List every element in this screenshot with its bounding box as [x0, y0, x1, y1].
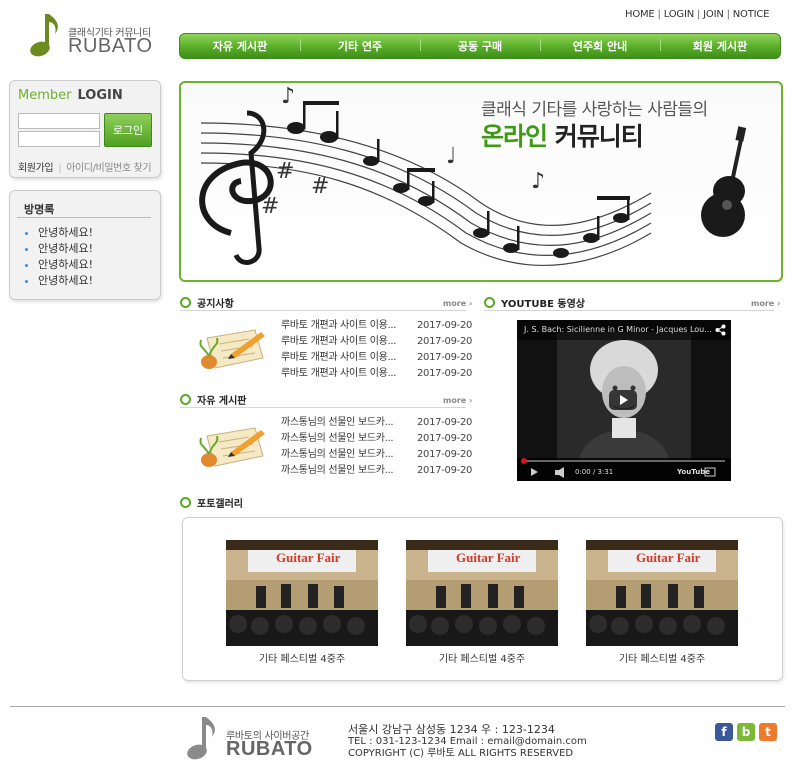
notice-row[interactable]: 루바토 개편과 사이트 이용... 2017-09-20 — [281, 366, 472, 382]
free-board-divider — [180, 407, 466, 408]
photo-sign-text: Guitar Fair — [456, 550, 521, 565]
free-board-row[interactable]: 까스통님의 선물인 보드카... 2017-09-20 — [281, 431, 472, 447]
gallery-photo[interactable]: Guitar Fair — [226, 540, 378, 646]
guestbook-item[interactable]: 안녕하세요! — [22, 241, 93, 257]
guestbook-item[interactable]: 안녕하세요! — [22, 225, 93, 241]
notepad-pencil-icon — [199, 427, 265, 467]
footer-divider — [10, 706, 785, 707]
nav-member-board[interactable]: 회원 게시판 — [660, 38, 780, 54]
photo-sign-text: Guitar Fair — [636, 550, 701, 565]
top-link-notice[interactable]: NOTICE — [733, 9, 770, 20]
guestbook-list: 안녕하세요! 안녕하세요! 안녕하세요! 안녕하세요! — [22, 225, 93, 289]
youtube-logo[interactable]: YouTube — [677, 468, 710, 476]
footer-logo-note-icon — [187, 717, 215, 760]
banner-title: 온라인 커뮤니티 — [481, 122, 644, 151]
blog-icon[interactable]: b — [737, 723, 755, 741]
footer-copyright: COPYRIGHT (C) 루바토 ALL RIGHTS RESERVED — [348, 748, 574, 759]
main-nav: 자유 게시판 기타 연주 공동 구매 연주회 안내 회원 게시판 — [179, 33, 781, 59]
guestbook-item[interactable]: 안녕하세요! — [22, 257, 93, 273]
free-board-row[interactable]: 까스통님의 선물인 보드카... 2017-09-20 — [281, 415, 472, 431]
nav-concert-info[interactable]: 연주회 안내 — [540, 38, 660, 54]
youtube-video-player[interactable]: J. S. Bach: Sicilienne in G Minor - Jacq… — [517, 320, 731, 481]
find-account-link[interactable]: 아이디/비밀번호 찾기 — [66, 163, 151, 174]
footer-info: 서울시 강남구 삼성동 1234 우 : 123-1234 TEL : 031-… — [348, 724, 587, 760]
section-bullet-icon — [180, 394, 191, 405]
guestbook-divider — [17, 217, 151, 218]
login-title: Member LOGIN — [18, 88, 123, 103]
nav-free-board[interactable]: 자유 게시판 — [180, 38, 300, 54]
share-icon[interactable] — [715, 324, 726, 336]
login-button[interactable]: 로그인 — [104, 113, 152, 147]
svg-text:#: # — [311, 174, 329, 199]
facebook-icon[interactable]: f — [715, 723, 733, 741]
top-link-join[interactable]: JOIN — [703, 9, 724, 20]
gallery-caption[interactable]: 기타 페스티벌 4중주 — [226, 650, 378, 665]
footer-address: 서울시 강남구 삼성동 1234 우 : 123-1234 — [348, 723, 555, 736]
free-board-row[interactable]: 까스통님의 선물인 보드카... 2017-09-20 — [281, 447, 472, 463]
svg-text:♪: ♪ — [531, 169, 545, 194]
svg-text:♩: ♩ — [446, 144, 456, 169]
free-board-list: 까스통님의 선물인 보드카... 2017-09-20 까스통님의 선물인 보드카… — [281, 415, 472, 479]
section-bullet-icon — [484, 297, 495, 308]
youtube-more-link[interactable]: more › — [751, 299, 780, 308]
youtube-divider — [484, 310, 774, 311]
nav-guitar-play[interactable]: 기타 연주 — [300, 38, 420, 54]
photo-sign-text: Guitar Fair — [276, 550, 341, 565]
notice-section-title: 공지사항 — [180, 295, 234, 310]
notepad-pencil-icon — [199, 329, 265, 369]
gallery-section-title: 포토갤러리 — [180, 495, 243, 510]
play-icon — [620, 395, 628, 405]
gallery-caption[interactable]: 기타 페스티벌 4중주 — [406, 650, 558, 665]
guestbook-item[interactable]: 안녕하세요! — [22, 273, 93, 289]
top-link-home[interactable]: HOME — [625, 9, 655, 20]
footer-contact: TEL : 031-123-1234 Email : email@domain.… — [348, 736, 587, 747]
notice-divider — [180, 310, 466, 311]
guitar-illustration — [701, 126, 747, 237]
main-banner: # # # ♩ ♪ ♪ 클래식 기타를 사랑하는 사람들의 온라인 커뮤니티 — [179, 81, 783, 282]
notice-more-link[interactable]: more › — [443, 299, 472, 308]
free-board-section-title: 자유 게시판 — [180, 392, 246, 407]
login-links: 회원가입 | 아이디/비밀번호 찾기 — [18, 163, 152, 174]
twitter-icon[interactable]: t — [759, 723, 777, 741]
gallery-photo[interactable]: Guitar Fair — [586, 540, 738, 646]
top-link-login[interactable]: LOGIN — [664, 9, 694, 20]
gallery-photo[interactable]: Guitar Fair — [406, 540, 558, 646]
notice-row[interactable]: 루바토 개편과 사이트 이용... 2017-09-20 — [281, 334, 472, 350]
join-link[interactable]: 회원가입 — [18, 163, 54, 174]
section-bullet-icon — [180, 297, 191, 308]
top-links: HOME | LOGIN | JOIN | NOTICE — [625, 9, 770, 20]
video-title[interactable]: J. S. Bach: Sicilienne in G Minor - Jacq… — [524, 325, 712, 334]
logo-title[interactable]: RUBATO — [68, 35, 153, 58]
notice-row[interactable]: 루바토 개편과 사이트 이용... 2017-09-20 — [281, 318, 472, 334]
svg-text:#: # — [276, 159, 294, 184]
play-button[interactable] — [609, 390, 637, 410]
free-board-more-link[interactable]: more › — [443, 396, 472, 405]
gallery-caption[interactable]: 기타 페스티벌 4중주 — [586, 650, 738, 665]
notice-list: 루바토 개편과 사이트 이용... 2017-09-20 루바토 개편과 사이트 … — [281, 318, 472, 382]
nav-group-buy[interactable]: 공동 구매 — [420, 38, 540, 54]
logo-note-icon — [30, 14, 58, 57]
login-password-input[interactable] — [18, 131, 100, 147]
svg-text:♪: ♪ — [281, 84, 295, 109]
footer-logo-title: RUBATO — [226, 738, 313, 760]
free-board-row[interactable]: 까스통님의 선물인 보드카... 2017-09-20 — [281, 463, 472, 479]
video-time: 0:00 / 3:31 — [575, 468, 614, 476]
guestbook-title: 방명록 — [24, 203, 55, 216]
section-bullet-icon — [180, 497, 191, 508]
login-id-input[interactable] — [18, 113, 100, 129]
svg-text:#: # — [261, 194, 279, 219]
notice-row[interactable]: 루바토 개편과 사이트 이용... 2017-09-20 — [281, 350, 472, 366]
youtube-section-title: YOUTUBE 동영상 — [484, 295, 585, 310]
